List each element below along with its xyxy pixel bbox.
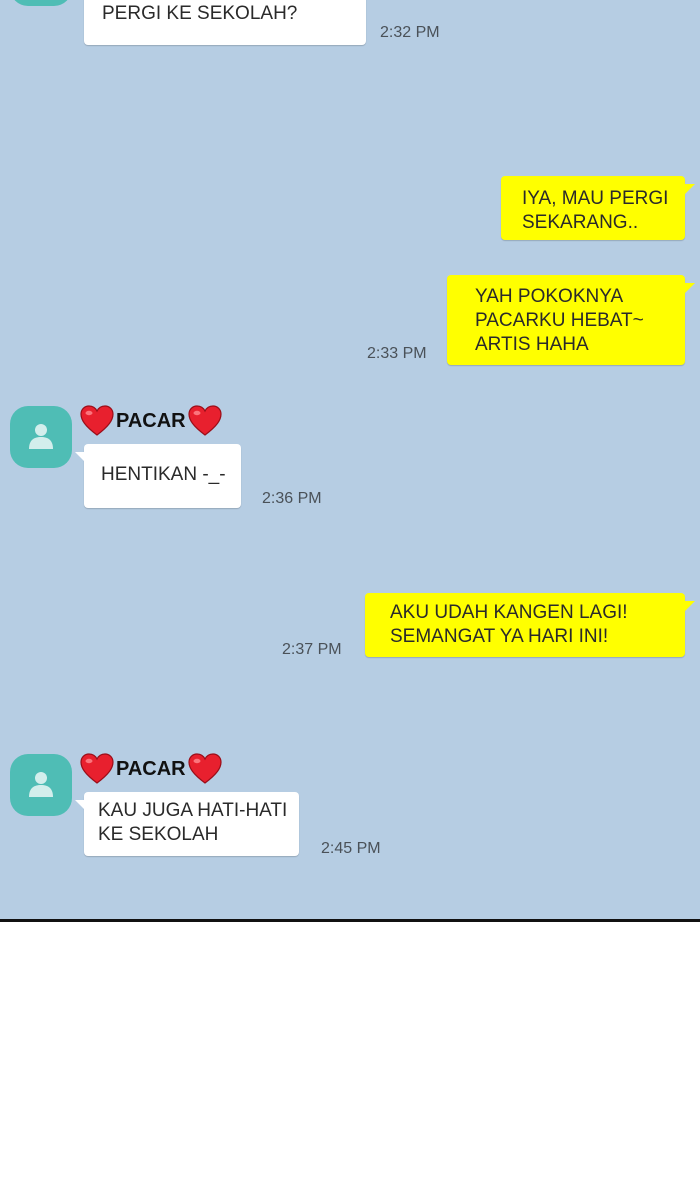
message-text: IYA, MAU PERGI SEKARANG..	[522, 188, 669, 233]
bubble-tail	[685, 283, 695, 293]
contact-name-row: PACAR	[80, 403, 222, 439]
message-text: YAH POKOKNYA PACARKU HEBAT~ ARTIS HAHA	[475, 286, 644, 355]
message-bubble-outgoing[interactable]: YAH POKOKNYA PACARKU HEBAT~ ARTIS HAHA	[447, 275, 695, 365]
message-bubble-incoming[interactable]: APA SIH.. UDAHLAH HAHA. PERGI KE SEKOLAH…	[84, 0, 366, 45]
contact-avatar[interactable]	[10, 754, 72, 816]
person-icon	[29, 772, 53, 797]
contact-name: PACAR	[116, 409, 186, 432]
message-bubble-incoming[interactable]: KAU JUGA HATI-HATI KE SEKOLAH	[75, 792, 299, 856]
message-bubble-outgoing[interactable]: IYA, MAU PERGI SEKARANG..	[501, 176, 695, 240]
message-bubble-outgoing[interactable]: AKU UDAH KANGEN LAGI! SEMANGAT YA HARI I…	[365, 593, 695, 657]
message-timestamp: 2:36 PM	[262, 490, 322, 507]
bubble-tail	[75, 800, 85, 810]
heart-icon	[80, 405, 114, 436]
message-text: APA SIH.. UDAHLAH HAHA. PERGI KE SEKOLAH…	[102, 3, 298, 24]
heart-icon	[188, 405, 222, 436]
chat-area: APA SIH.. UDAHLAH HAHA. PERGI KE SEKOLAH…	[0, 0, 700, 919]
contact-avatar[interactable]	[10, 0, 72, 6]
bubble-tail	[685, 601, 695, 611]
person-icon	[29, 424, 53, 449]
bubble-tail	[685, 184, 695, 194]
message-timestamp: 2:37 PM	[282, 641, 342, 658]
heart-icon	[80, 753, 114, 784]
blank-area	[0, 922, 700, 1200]
heart-icon	[188, 753, 222, 784]
message-timestamp: 2:32 PM	[380, 24, 440, 41]
message-text: KAU JUGA HATI-HATI KE SEKOLAH	[98, 800, 288, 845]
message-text: HENTIKAN -_-	[101, 464, 226, 485]
bubble-tail	[75, 452, 85, 462]
message-text: AKU UDAH KANGEN LAGI! SEMANGAT YA HARI I…	[390, 602, 628, 647]
message-timestamp: 2:45 PM	[321, 840, 381, 857]
contact-avatar[interactable]	[10, 406, 72, 468]
message-timestamp: 2:33 PM	[367, 345, 427, 362]
message-bubble-incoming[interactable]: HENTIKAN -_-	[75, 444, 241, 508]
contact-name: PACAR	[116, 757, 186, 780]
contact-name-row: PACAR	[80, 751, 222, 787]
